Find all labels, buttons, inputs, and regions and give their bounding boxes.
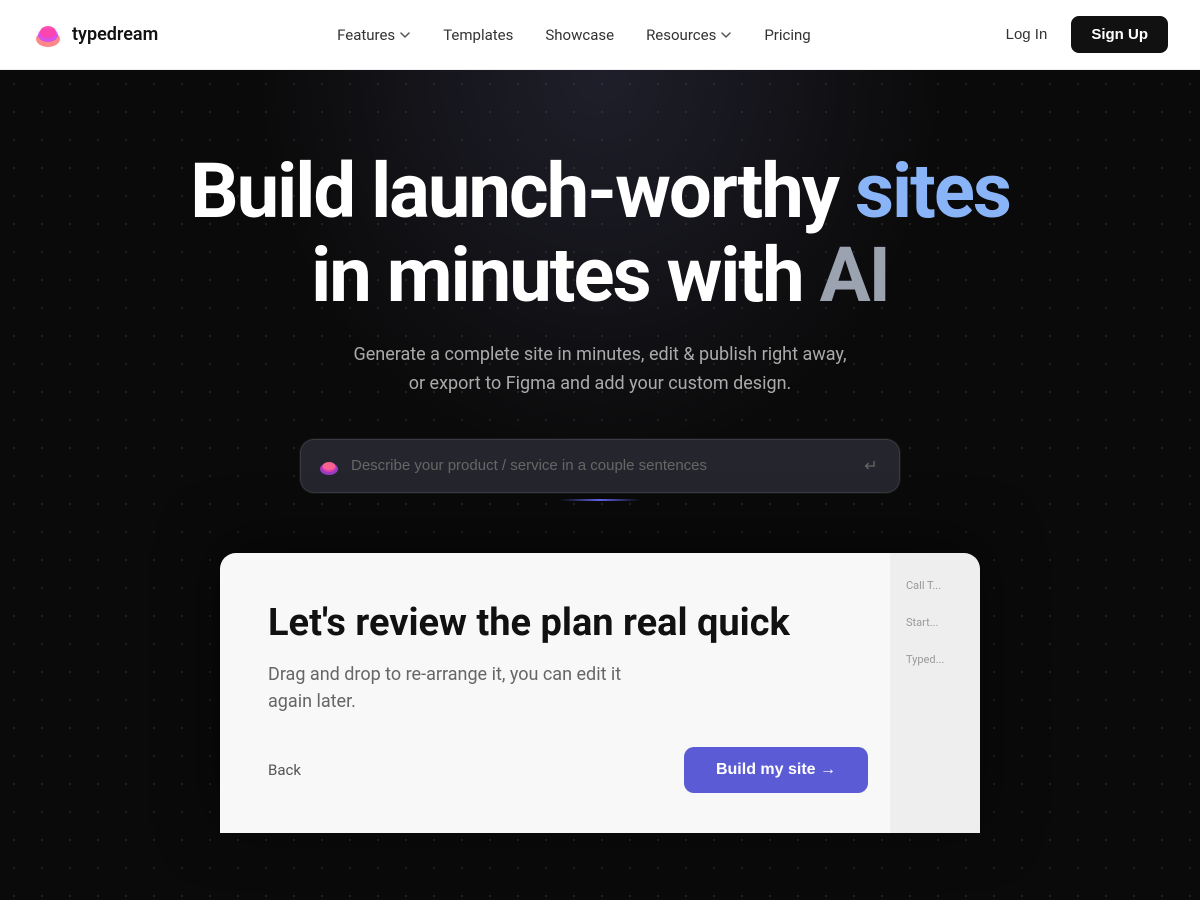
hero-subtitle: Generate a complete site in minutes, edi…: [190, 341, 1010, 399]
nav-pricing[interactable]: Pricing: [752, 18, 822, 52]
chevron-down-icon: [399, 29, 411, 41]
nav-templates[interactable]: Templates: [431, 18, 525, 52]
hero-title-sites-word: sites: [855, 146, 1010, 236]
back-button[interactable]: Back: [268, 761, 301, 779]
input-glow-line: [560, 499, 640, 501]
preview-card: Let's review the plan real quick Drag an…: [220, 553, 980, 833]
hero-content: Build launch-worthy sites in minutes wit…: [190, 150, 1010, 439]
ai-input[interactable]: [351, 457, 849, 474]
sidebar-item-1: Call T...: [902, 573, 968, 598]
hero-section: Build launch-worthy sites in minutes wit…: [0, 70, 1200, 900]
preview-card-title: Let's review the plan real quick: [268, 601, 868, 645]
logo-text: typedream: [72, 24, 158, 45]
cloud-icon: [317, 454, 341, 478]
chevron-down-icon: [720, 29, 732, 41]
preview-card-actions: Back Build my site →: [268, 747, 868, 793]
ai-input-container: ↵: [300, 439, 900, 493]
nav-links: Features Templates Showcase Resources Pr…: [325, 18, 823, 52]
nav-actions: Log In Sign Up: [990, 16, 1168, 53]
preview-card-sidebar: Call T... Start... Typed...: [890, 553, 980, 833]
build-button[interactable]: Build my site →: [684, 747, 868, 793]
logo[interactable]: typedream: [32, 19, 158, 51]
login-button[interactable]: Log In: [990, 18, 1064, 51]
sidebar-item-2: Start...: [902, 610, 968, 635]
hero-title-part1: Build launch-worthy: [190, 146, 838, 236]
ai-input-bar: ↵: [300, 439, 900, 493]
preview-card-subtitle: Drag and drop to re-arrange it, you can …: [268, 661, 868, 715]
nav-resources[interactable]: Resources: [634, 18, 744, 52]
logo-icon: [32, 19, 64, 51]
hero-title-part2: in minutes with: [311, 230, 803, 320]
nav-features[interactable]: Features: [325, 18, 423, 52]
signup-button[interactable]: Sign Up: [1071, 16, 1168, 53]
navbar: typedream Features Templates Showcase Re…: [0, 0, 1200, 70]
enter-icon: ↵: [859, 454, 883, 478]
hero-title-ai-word: AI: [820, 230, 889, 320]
sidebar-item-3: Typed...: [902, 647, 968, 672]
hero-title: Build launch-worthy sites in minutes wit…: [190, 150, 1010, 317]
nav-showcase[interactable]: Showcase: [533, 18, 626, 52]
